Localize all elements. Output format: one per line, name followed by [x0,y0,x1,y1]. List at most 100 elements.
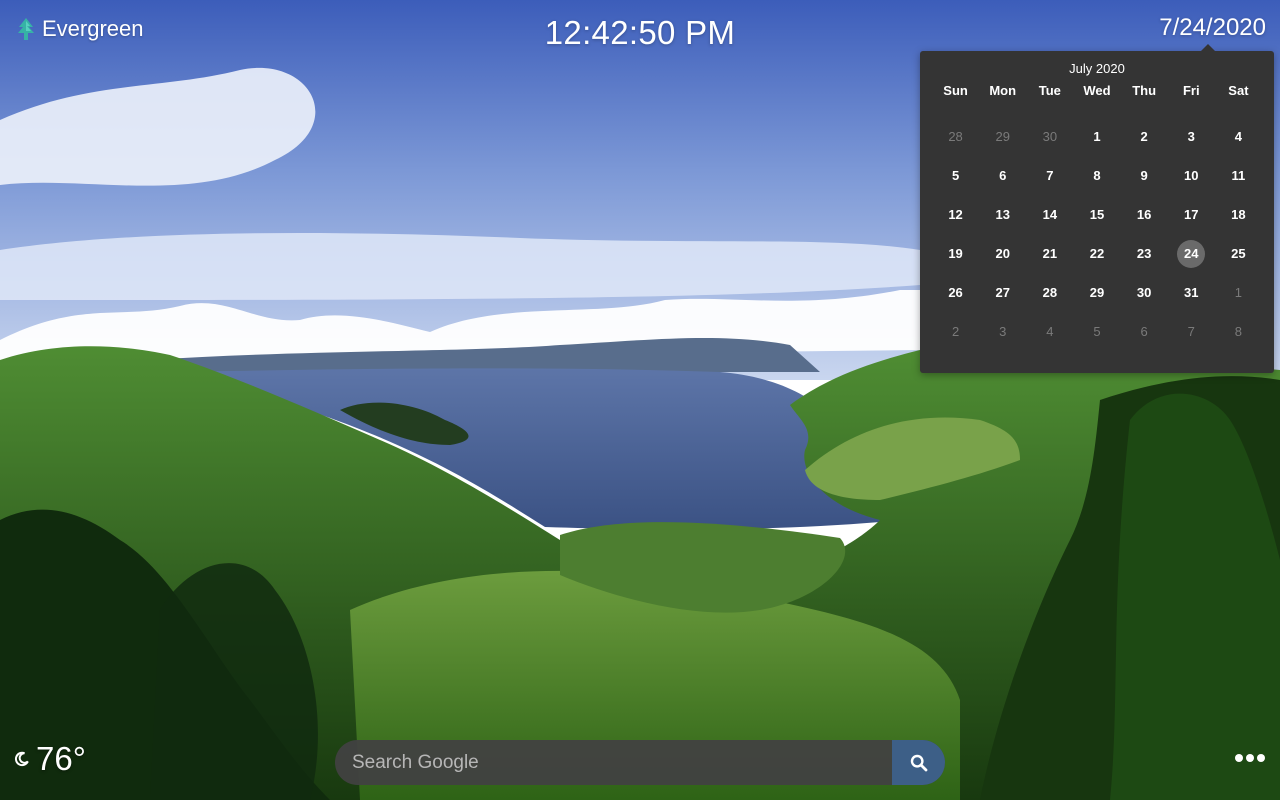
calendar-day-number: 8 [1234,324,1243,339]
calendar-day-number: 5 [951,168,960,183]
weekday-mon: Mon [989,83,1017,98]
calendar-day[interactable]: 29 [1073,278,1120,308]
calendar-day[interactable]: 2 [932,317,979,347]
calendar-day-number: 16 [1136,207,1152,222]
clock: 12:42:50 PM [544,14,736,51]
calendar-day[interactable]: 22 [1073,239,1120,269]
weekday-wed: Wed [1083,83,1111,98]
calendar-day-number: 6 [1140,324,1148,339]
more-dot [1246,754,1254,762]
calendar-day-number: 30 [1136,285,1152,300]
calendar-day[interactable]: 4 [1026,317,1073,347]
calendar-day[interactable]: 7 [1026,161,1073,191]
calendar-day[interactable]: 16 [1121,200,1168,230]
calendar-day-number: 18 [1231,207,1246,222]
calendar-day-number: 1 [1234,285,1243,300]
moon-icon [14,751,29,767]
calendar-day[interactable]: 17 [1168,200,1215,230]
calendar-day-number: 14 [1042,207,1058,222]
calendar-day-number: 8 [1093,168,1101,183]
calendar-popover: July 2020 Sun Mon Tue Wed Thu Fri Sat 28… [920,44,1274,373]
calendar-day[interactable]: 6 [979,161,1026,191]
calendar-day[interactable]: 23 [1121,239,1168,269]
calendar-day-number: 4 [1046,324,1054,339]
calendar-day[interactable]: 30 [1121,278,1168,308]
more-dot [1235,754,1243,762]
calendar-day[interactable]: 28 [932,122,979,152]
calendar-week: 19 20 21 22 23 24 25 [920,234,1274,273]
calendar-day[interactable]: 31 [1168,278,1215,308]
more-dot [1257,754,1265,762]
calendar-day-number: 25 [1231,246,1246,261]
calendar-day[interactable]: 9 [1121,161,1168,191]
calendar-day[interactable]: 4 [1215,122,1262,152]
calendar-day-number: 3 [999,324,1007,339]
calendar-day[interactable]: 29 [979,122,1026,152]
calendar-day[interactable]: 5 [1073,317,1120,347]
search-button[interactable] [892,740,945,785]
calendar-day-number: 20 [995,246,1010,261]
calendar-week: 5 6 7 8 9 10 11 [920,156,1274,195]
weekday-thu: Thu [1132,83,1157,98]
weekday-sun: Sun [943,83,968,98]
calendar-day[interactable]: 25 [1215,239,1262,269]
calendar-day[interactable]: 15 [1073,200,1120,230]
calendar-day-number: 10 [1184,168,1199,183]
calendar-week: 12 13 14 15 16 17 18 [920,195,1274,234]
calendar-day[interactable]: 20 [979,239,1026,269]
temperature: 76° [36,740,86,777]
calendar-day-number: 1 [1093,129,1101,144]
calendar-day-number: 30 [1042,129,1058,144]
calendar-day-number: 11 [1231,168,1246,183]
calendar-week: 28 29 30 1 2 3 4 [920,117,1274,156]
calendar-day[interactable]: 26 [932,278,979,308]
more-menu-button[interactable] [1235,754,1265,762]
calendar-day[interactable]: 2 [1121,122,1168,152]
search-bar [335,740,945,785]
calendar-day-number: 21 [1042,246,1058,261]
calendar-day[interactable]: 28 [1026,278,1073,308]
calendar-day[interactable]: 8 [1215,317,1262,347]
calendar-day[interactable]: 13 [979,200,1026,230]
calendar-day[interactable]: 6 [1121,317,1168,347]
calendar-day-number: 13 [995,207,1010,222]
calendar-day[interactable]: 12 [932,200,979,230]
calendar-day[interactable]: 21 [1026,239,1073,269]
calendar-day-number: 3 [1187,129,1195,144]
calendar-week: 26 27 28 29 30 31 1 [920,273,1274,312]
calendar-day-number: 22 [1089,246,1105,261]
calendar-day-number: 27 [995,285,1010,300]
calendar-day[interactable]: 5 [932,161,979,191]
calendar-day-number: 28 [1042,285,1058,300]
calendar-day[interactable]: 30 [1026,122,1073,152]
calendar-day-number: 5 [1093,324,1101,339]
calendar-day[interactable]: 18 [1215,200,1262,230]
weather-widget: 76° [14,740,86,778]
calendar-day[interactable]: 19 [932,239,979,269]
search-input[interactable] [335,740,892,785]
calendar-day[interactable]: 10 [1168,161,1215,191]
calendar-day-number: 29 [995,129,1010,144]
calendar-day-number: 12 [948,207,963,222]
calendar-day[interactable]: 1 [1073,122,1120,152]
calendar-day-number: 19 [948,246,963,261]
calendar-day[interactable]: 27 [979,278,1026,308]
calendar-day-number: 4 [1234,129,1243,144]
calendar-grid: 28 29 30 1 2 3 4 5 6 7 8 9 10 11 12 13 1… [920,117,1274,351]
calendar-day-number: 26 [948,285,963,300]
calendar-day-selected[interactable]: 24 [1168,239,1215,269]
calendar-day-number: 7 [1187,324,1195,339]
weekday-tue: Tue [1038,83,1061,98]
calendar-day-number: 29 [1089,285,1105,300]
calendar-day[interactable]: 8 [1073,161,1120,191]
calendar-day-number: 2 [1140,129,1148,144]
calendar-day[interactable]: 1 [1215,278,1262,308]
calendar-day[interactable]: 11 [1215,161,1262,191]
calendar-day[interactable]: 14 [1026,200,1073,230]
calendar-day[interactable]: 3 [1168,122,1215,152]
calendar-day[interactable]: 7 [1168,317,1215,347]
date-toggle[interactable]: 7/24/2020 [1159,14,1266,42]
calendar-day[interactable]: 3 [979,317,1026,347]
weekday-fri: Fri [1182,83,1200,98]
calendar-day-number: 9 [1140,168,1148,183]
